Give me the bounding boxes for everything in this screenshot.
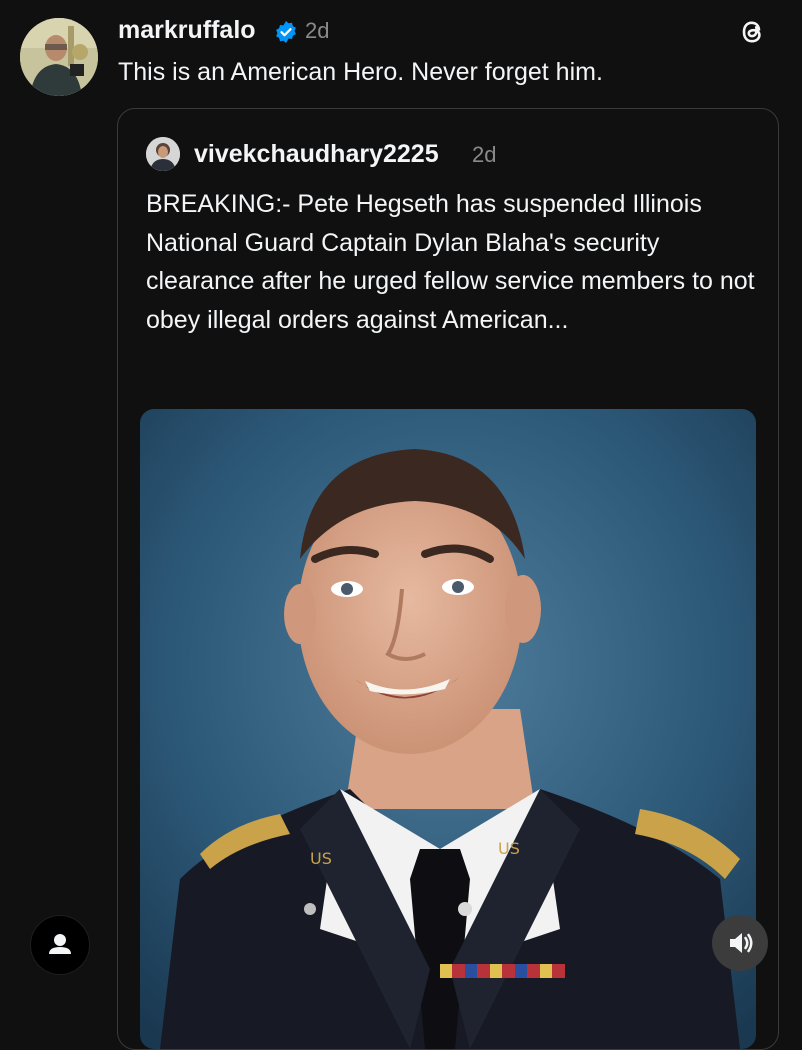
svg-text:US: US bbox=[498, 839, 520, 858]
person-icon bbox=[49, 934, 71, 954]
quoted-post-card[interactable]: vivekchaudhary2225 2d BREAKING:- Pete He… bbox=[117, 108, 779, 1050]
quoted-author-avatar[interactable] bbox=[146, 137, 180, 171]
author-username[interactable]: markruffalo bbox=[118, 16, 256, 45]
post-timestamp: 2d bbox=[305, 18, 330, 43]
quoted-post-timestamp: 2d bbox=[472, 142, 497, 167]
svg-text:US: US bbox=[310, 849, 332, 868]
post-caption: This is an American Hero. Never forget h… bbox=[118, 58, 603, 86]
author-avatar[interactable] bbox=[20, 18, 98, 96]
verified-badge-icon bbox=[276, 21, 296, 43]
threads-logo-icon[interactable] bbox=[734, 14, 770, 50]
speaker-volume-icon bbox=[730, 933, 753, 953]
quoted-author-username[interactable]: vivekchaudhary2225 bbox=[194, 140, 439, 169]
quoted-post-photo[interactable]: US US bbox=[140, 409, 756, 1049]
volume-button[interactable] bbox=[712, 915, 768, 971]
quoted-post-text[interactable]: BREAKING:- Pete Hegseth has suspended Il… bbox=[146, 185, 756, 339]
profile-button[interactable] bbox=[30, 915, 90, 975]
